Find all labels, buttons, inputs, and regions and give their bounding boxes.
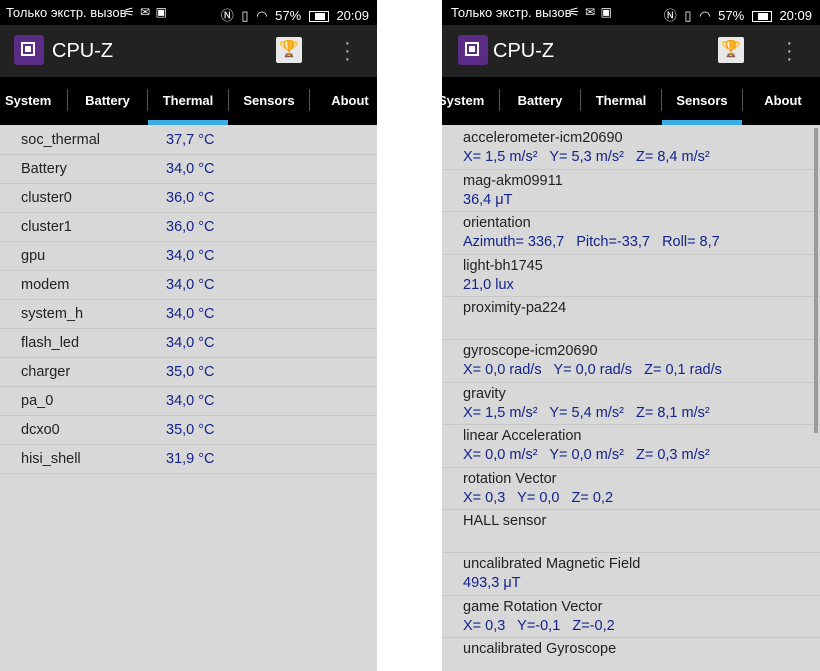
tab-battery[interactable]: Battery <box>68 77 147 125</box>
cpu-chip-icon <box>14 35 44 65</box>
clock: 20:09 <box>779 8 812 23</box>
thermal-list: soc_thermal 37,7 °C Battery 34,0 °C cluste… <box>0 126 377 474</box>
tab-about[interactable]: About <box>310 77 377 125</box>
list-item: system_h 34,0 °C <box>0 300 377 329</box>
list-item: uncalibrated Magnetic Field 493,3 μT <box>442 553 820 596</box>
tab-bar: System Battery Thermal Sensors About <box>442 77 820 125</box>
more-vert-icon[interactable]: · · · <box>344 33 351 69</box>
cpu-chip-icon <box>458 35 488 65</box>
list-item: hisi_shell 31,9 °C <box>0 445 377 474</box>
left-screen: Только экстр. вызов ⚟ ✉ ▣ Ⓝ ▯ ◠ 57% 20:0… <box>0 0 377 671</box>
trophy-icon[interactable]: 🏆 <box>718 37 744 63</box>
tab-sensors[interactable]: Sensors <box>662 77 742 125</box>
nfc-icon: Ⓝ <box>663 8 677 23</box>
app-title: CPU-Z <box>493 40 555 62</box>
tab-sensors[interactable]: Sensors <box>229 77 309 125</box>
list-item: charger 35,0 °C <box>0 358 377 387</box>
notification-icons: ⚟ ✉ ▣ <box>124 5 168 19</box>
vibrate-icon: ▯ <box>241 8 249 23</box>
wifi-icon: ◠ <box>256 8 268 23</box>
list-item: rotation Vector X= 0,3 Y= 0,0 Z= 0,2 <box>442 468 820 511</box>
status-right: Ⓝ ▯ ◠ 57% 20:09 <box>660 5 812 24</box>
right-screen: Только экстр. вызов ⚟ ✉ ▣ Ⓝ ▯ ◠ 57% 20:0… <box>442 0 820 671</box>
clock: 20:09 <box>336 8 369 23</box>
status-bar: Только экстр. вызов ⚟ ✉ ▣ Ⓝ ▯ ◠ 57% 20:0… <box>442 0 820 25</box>
wifi-icon: ◠ <box>699 8 711 23</box>
list-item: gravity X= 1,5 m/s² Y= 5,4 m/s² Z= 8,1 m/… <box>442 383 820 426</box>
list-item: dcxo0 35,0 °C <box>0 416 377 445</box>
list-item: flash_led 34,0 °C <box>0 329 377 358</box>
status-right: Ⓝ ▯ ◠ 57% 20:09 <box>217 5 369 24</box>
list-item: gpu 34,0 °C <box>0 242 377 271</box>
tab-about[interactable]: About <box>743 77 820 125</box>
tab-thermal[interactable]: Thermal <box>148 77 228 125</box>
list-item: game Rotation Vector X= 0,3 Y=-0,1 Z=-0,2 <box>442 596 820 639</box>
list-item: Battery 34,0 °C <box>0 155 377 184</box>
list-item: orientation Azimuth= 336,7 Pitch=-33,7 Ro… <box>442 212 820 255</box>
list-item: modem 34,0 °C <box>0 271 377 300</box>
list-item: pa_0 34,0 °C <box>0 387 377 416</box>
battery-percent: 57% <box>275 8 302 23</box>
list-item: linear Acceleration X= 0,0 m/s² Y= 0,0 m/… <box>442 425 820 468</box>
list-item: mag-akm09911 36,4 μT <box>442 170 820 213</box>
trophy-icon[interactable]: 🏆 <box>276 37 302 63</box>
app-title: CPU-Z <box>52 40 114 62</box>
tab-system[interactable]: System <box>442 77 484 125</box>
battery-icon <box>308 11 329 23</box>
list-item: accelerometer-icm20690 X= 1,5 m/s² Y= 5,3… <box>442 127 820 170</box>
tab-battery[interactable]: Battery <box>500 77 580 125</box>
nfc-icon: Ⓝ <box>220 8 234 23</box>
list-item: proximity-pa224 <box>442 297 820 340</box>
list-item: HALL sensor <box>442 510 820 553</box>
list-item: cluster1 36,0 °C <box>0 213 377 242</box>
list-item: light-bh1745 21,0 lux <box>442 255 820 298</box>
vibrate-icon: ▯ <box>684 8 692 23</box>
tab-system[interactable]: System <box>0 77 61 125</box>
app-bar: CPU-Z 🏆 · · · <box>442 25 820 77</box>
more-vert-icon[interactable]: · · · <box>786 33 793 69</box>
list-item: uncalibrated Gyroscope <box>442 638 820 671</box>
battery-percent: 57% <box>718 8 745 23</box>
list-item: cluster0 36,0 °C <box>0 184 377 213</box>
notification-icons: ⚟ ✉ ▣ <box>569 5 613 19</box>
battery-icon <box>751 11 772 23</box>
app-bar: CPU-Z 🏆 · · · <box>0 25 377 77</box>
carrier-text: Только экстр. вызов <box>6 5 127 20</box>
tab-bar: System Battery Thermal Sensors About <box>0 77 377 125</box>
tab-thermal[interactable]: Thermal <box>581 77 661 125</box>
scrollbar[interactable] <box>814 128 818 433</box>
list-item: gyroscope-icm20690 X= 0,0 rad/s Y= 0,0 ra… <box>442 340 820 383</box>
carrier-text: Только экстр. вызов <box>451 5 572 20</box>
list-item: soc_thermal 37,7 °C <box>0 126 377 155</box>
sensor-list: accelerometer-icm20690 X= 1,5 m/s² Y= 5,3… <box>442 127 820 671</box>
status-bar: Только экстр. вызов ⚟ ✉ ▣ Ⓝ ▯ ◠ 57% 20:0… <box>0 0 377 25</box>
